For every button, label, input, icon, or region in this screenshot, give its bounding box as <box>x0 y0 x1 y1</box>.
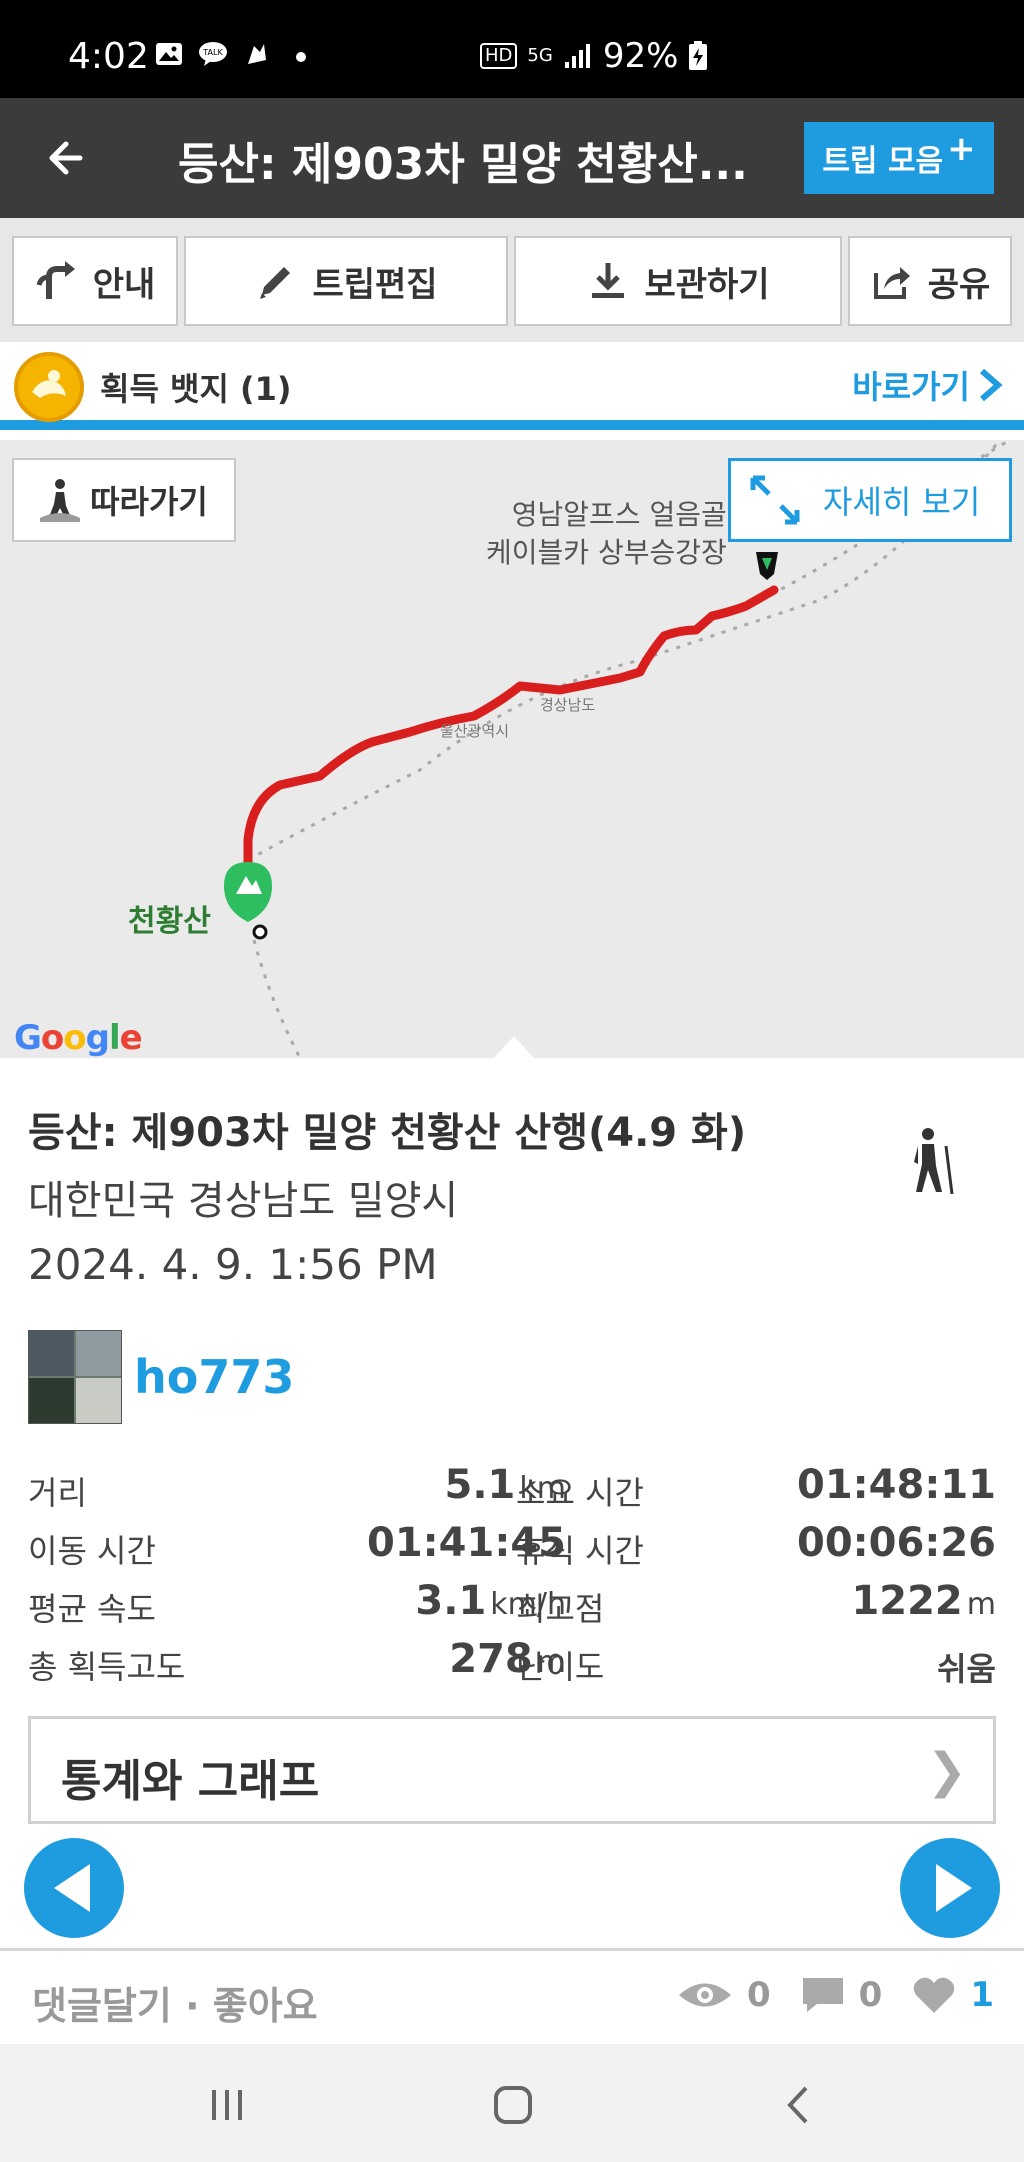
detail-view-label: 자세히 보기 <box>823 483 981 521</box>
hiker-icon <box>914 1128 954 1195</box>
map-pointer-notch <box>494 1036 534 1058</box>
hiking-route-line <box>243 585 779 881</box>
detail-view-button[interactable]: 자세히 보기 <box>728 458 1012 542</box>
back-icon[interactable] <box>774 2080 824 2130</box>
save-label: 보관하기 <box>644 264 770 305</box>
hd-icon: HD <box>480 43 518 69</box>
badge-shortcut-label: 바로가기 <box>852 368 970 406</box>
stat-row: 총 획득고도 278 m 난이도 쉬움 <box>28 1634 996 1692</box>
start-marker-icon <box>224 862 272 940</box>
duration-value: 01:48:11 <box>797 1462 996 1508</box>
earned-badge-label: 획득 뱃지 (1) <box>100 370 292 408</box>
badge-medal-icon <box>14 352 84 422</box>
heart-icon[interactable] <box>912 1975 956 2015</box>
system-status: HD 5G 92% <box>480 36 708 76</box>
route-map[interactable]: 따라가기 영남알프스 얼음골 케이블카 상부승강장 자세히 보기 울산광역시 경… <box>0 440 1024 1058</box>
share-label: 공유 <box>927 264 991 305</box>
signal-icon <box>564 44 590 68</box>
stat-row: 거리 5.1 km 소요 시간 01:48:11 <box>28 1460 996 1518</box>
edit-trip-label: 트립편집 <box>312 264 438 305</box>
avg-speed-label: 평균 속도 <box>28 1590 156 1628</box>
follow-label: 따라가기 <box>90 483 208 521</box>
notification-icons: TALK <box>154 40 306 68</box>
trail-dotted-path-2 <box>252 939 302 1058</box>
page-title: 등산: 제903차 밀양 천황산... <box>178 139 748 190</box>
social-footer: 댓글달기 · 좋아요 0 0 1 <box>0 1948 1024 2044</box>
previous-trip-button[interactable] <box>24 1838 124 1938</box>
follow-button[interactable]: 따라가기 <box>12 458 236 542</box>
expand-icon <box>750 475 800 525</box>
plus-icon: + <box>947 129 976 169</box>
share-button[interactable]: 공유 <box>848 236 1012 326</box>
hiker-walking-icon <box>40 479 81 522</box>
road-label-ulsan: 울산광역시 <box>440 722 510 740</box>
next-trip-button[interactable] <box>900 1838 1000 1938</box>
gallery-icon <box>156 43 182 65</box>
end-marker-icon <box>756 552 778 580</box>
action-toolbar: 안내 트립편집 보관하기 공유 <box>0 218 1024 342</box>
view-count: 0 <box>746 1975 771 2015</box>
trip-stats: 거리 5.1 km 소요 시간 01:48:11 이동 시간 01:41:45 휴… <box>28 1460 996 1692</box>
app-header: 등산: 제903차 밀양 천황산... 트립 모음 + <box>0 98 1024 218</box>
play-right-icon <box>936 1864 972 1912</box>
svg-text:TALK: TALK <box>202 48 223 57</box>
pencil-icon <box>260 267 291 299</box>
status-bar: 4:02 TALK HD 5G 92% <box>0 0 1024 98</box>
chevron-right-icon <box>980 368 1003 402</box>
badge-row[interactable]: 획득 뱃지 (1) 바로가기 <box>0 342 1024 430</box>
5g-icon: 5G <box>527 45 553 66</box>
trip-date: 2024. 4. 9. 1:56 PM <box>28 1240 438 1289</box>
like-count: 1 <box>970 1975 994 2015</box>
dot-icon <box>296 52 306 62</box>
avatar[interactable] <box>28 1330 122 1424</box>
download-icon <box>592 263 625 298</box>
play-left-icon <box>54 1864 90 1912</box>
system-navigation-bar <box>0 2044 1024 2162</box>
trip-collection-label: 트립 모음 <box>822 144 944 179</box>
duration-label: 소요 시간 <box>516 1474 644 1512</box>
trip-title: 등산: 제903차 밀양 천황산 산행(4.9 화) <box>28 1110 747 1156</box>
difficulty-value: 쉬움 <box>937 1650 996 1688</box>
stats-graph-label: 통계와 그래프 <box>61 1756 320 1807</box>
share-icon <box>873 267 910 299</box>
comment-icon <box>802 1978 843 2012</box>
stats-graph-button[interactable]: 통계와 그래프 ❯ <box>28 1716 996 1824</box>
trip-region: 대한민국 경상남도 밀양시 <box>28 1178 459 1224</box>
comment-like-link[interactable]: 댓글달기 · 좋아요 <box>32 1975 318 2030</box>
edit-trip-button[interactable]: 트립편집 <box>184 236 508 326</box>
battery-charging-icon <box>689 41 708 70</box>
elevation-gain-label: 총 획득고도 <box>28 1648 186 1686</box>
distance-label: 거리 <box>28 1474 87 1512</box>
moving-time-label: 이동 시간 <box>28 1532 156 1570</box>
social-counts: 0 0 1 <box>677 1975 994 2015</box>
turn-arrow-icon <box>36 261 75 299</box>
save-button[interactable]: 보관하기 <box>514 236 842 326</box>
guide-button[interactable]: 안내 <box>12 236 178 326</box>
battery-percent: 92% <box>602 36 679 76</box>
stat-row: 이동 시간 01:41:45 휴식 시간 00:06:26 <box>28 1518 996 1576</box>
google-attribution: Google <box>14 1018 143 1058</box>
stat-row: 평균 속도 3.1 km/h 최고점 1222 m <box>28 1576 996 1634</box>
rest-time-label: 휴식 시간 <box>516 1532 644 1570</box>
guide-label: 안내 <box>92 264 156 305</box>
badge-shortcut-link[interactable]: 바로가기 <box>852 362 1004 408</box>
comment-count: 0 <box>858 1975 883 2015</box>
kakaotalk-icon: TALK <box>199 42 227 66</box>
back-arrow-icon[interactable] <box>40 128 100 188</box>
rest-time-value: 00:06:26 <box>797 1520 996 1566</box>
difficulty-label: 난이도 <box>516 1648 605 1686</box>
status-time: 4:02 <box>68 36 149 77</box>
app-icon <box>248 44 266 64</box>
chevron-right-icon: ❯ <box>926 1743 967 1799</box>
road-label-gyeongnam: 경상남도 <box>540 696 596 714</box>
home-icon[interactable] <box>488 2080 538 2130</box>
trip-collection-button[interactable]: 트립 모음 + <box>804 122 994 194</box>
username-link[interactable]: ho773 <box>134 1350 294 1404</box>
end-point-label: 영남알프스 얼음골 케이블카 상부승강장 <box>486 498 727 569</box>
eye-icon <box>678 1983 731 2007</box>
max-altitude-value: 1222 m <box>851 1578 996 1624</box>
max-altitude-label: 최고점 <box>516 1590 605 1628</box>
start-point-label: 천황산 <box>128 904 211 939</box>
recent-apps-icon[interactable] <box>202 2080 252 2130</box>
